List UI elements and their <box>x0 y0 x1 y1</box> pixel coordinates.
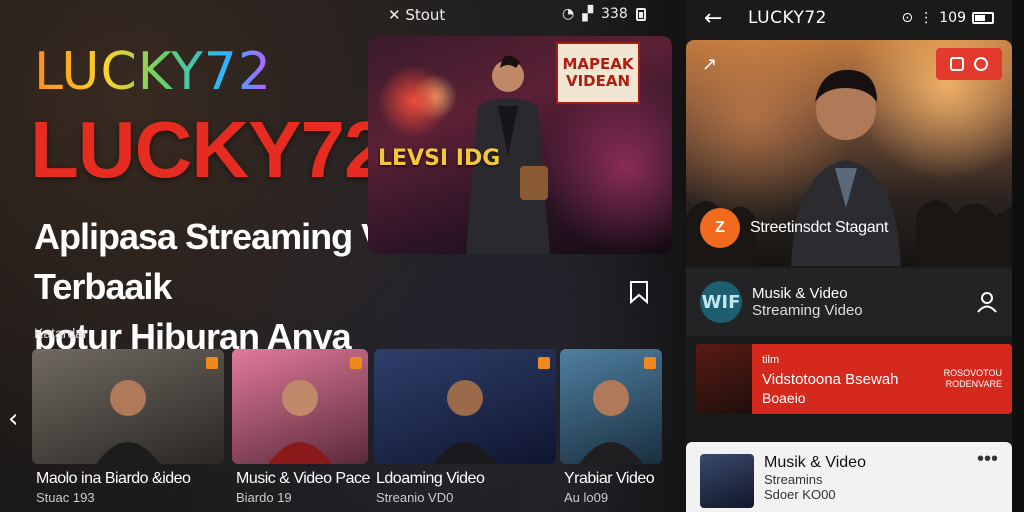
thumb-tag-icon <box>350 357 362 369</box>
section-label: Katardar <box>34 325 88 341</box>
status-bar-left: ✕ Stout <box>388 6 446 24</box>
bottom-video-card[interactable]: Musik & Video Streamins Sdoer KO00 ••• <box>686 442 1012 512</box>
hero-action-badge[interactable] <box>936 48 1002 80</box>
thumb-title: Ldoaming Video <box>376 470 485 487</box>
thumbnail-card[interactable] <box>560 349 662 464</box>
phone-status-icons: ⊙ ⋮ 109 <box>902 10 994 26</box>
thumbnail-card[interactable] <box>232 349 368 464</box>
user-icon[interactable] <box>976 291 998 313</box>
channel-logo-icon: Z <box>700 208 740 248</box>
badge-line-2: VIDEAN <box>565 72 631 90</box>
promo-title: Vidstotoona Bsewah <box>762 370 899 388</box>
thumb-subtitle: Stuac 193 <box>36 490 95 505</box>
thumbnail-card[interactable] <box>374 349 556 464</box>
wifi-icon: ◔ <box>562 6 575 22</box>
phone-top-bar: ← LUCKY72 ⊙ ⋮ 109 <box>686 0 1012 36</box>
promo-banner[interactable]: tilm Vidstotoona Bsewah Boaeio ROSOVOTOU… <box>696 344 1012 414</box>
channel-row[interactable]: WIF Musik & Video Streaming Video <box>686 268 1012 336</box>
app-title: LUCKY72 <box>748 8 827 28</box>
promo-brand-line-2: RODENVARE <box>945 379 1002 389</box>
thumb-subtitle: Au lo09 <box>564 490 609 505</box>
channel-text: Musik & Video Streaming Video <box>752 285 863 319</box>
channel-title: Musik & Video <box>752 285 848 302</box>
thumb-person-image <box>579 380 643 464</box>
thumb-title: Yrabiar Video <box>564 470 655 487</box>
status-icons-left: ◔ ▞ 338 <box>562 6 646 22</box>
share-icon[interactable]: ↗ <box>702 54 717 75</box>
promo-brand-text: ROSOVOTOU RODENVARE <box>944 368 1002 390</box>
featured-badge: MAPEAK VIDEAN <box>556 42 640 104</box>
brand-logo-large: LUCKY72 <box>30 105 389 194</box>
thumb-person-image <box>96 380 160 464</box>
bottom-line-2: Sdoer KO00 <box>764 487 836 502</box>
promo-subtitle: Boaeio <box>762 389 806 406</box>
hero-footer-text: Streetinsdct Stagant <box>750 219 889 236</box>
battery-icon <box>635 7 646 21</box>
status-time: 109 <box>939 10 966 26</box>
phone-screen: ← LUCKY72 ⊙ ⋮ 109 ↗ Z Streetinsdct Staga… <box>686 0 1012 512</box>
thumb-tag-icon <box>538 357 550 369</box>
bottom-title: Musik & Video <box>764 454 866 471</box>
featured-video-card[interactable]: MAPEAK VIDEAN LEVSI IDG <box>368 36 672 254</box>
more-options-icon[interactable]: ••• <box>977 449 998 469</box>
thumb-subtitle: Streanio VD0 <box>376 490 454 505</box>
thumb-person-image <box>433 380 497 464</box>
promo-brand-line-1: ROSOVOTOU <box>943 368 1002 378</box>
bookmark-icon[interactable] <box>628 280 650 304</box>
bottom-thumbnail <box>700 454 754 508</box>
signal-icon: ▞ <box>582 6 593 22</box>
featured-overlay-text: LEVSI IDG <box>378 146 501 171</box>
channel-avatar: WIF <box>700 281 742 323</box>
promo-small-label: tilm <box>762 353 780 366</box>
brand-logo-small: LUCKY72 <box>34 42 272 102</box>
clock-icon[interactable] <box>974 57 988 71</box>
status-time: 338 <box>601 6 628 22</box>
thumb-title: Music & Video Pace <box>236 470 370 487</box>
channel-subtitle: Streaming Video <box>752 302 863 319</box>
thumb-tag-icon <box>206 357 218 369</box>
chevron-left-icon[interactable]: ‹ <box>8 404 18 434</box>
promo-text: tilm Vidstotoona Bsewah Boaeio <box>762 351 899 408</box>
alarm-icon: ⊙ <box>901 10 914 26</box>
thumbnail-row: Maolo ina Biardo &ideo Stuac 193 Music &… <box>32 349 664 509</box>
badge-line-1: MAPEAK <box>562 55 634 73</box>
thumb-title: Maolo ina Biardo &ideo <box>36 470 191 487</box>
back-arrow-icon[interactable]: ← <box>704 6 734 31</box>
thumb-person-image <box>268 380 332 464</box>
wifi-icon: ⋮ <box>919 10 934 26</box>
message-icon[interactable] <box>950 57 964 71</box>
promo-thumbnail <box>696 344 752 414</box>
hero-footer: Z Streetinsdct Stagant <box>700 208 888 248</box>
battery-icon <box>972 12 994 24</box>
thumb-subtitle: Biardo 19 <box>236 490 292 505</box>
bottom-text: Musik & Video Streamins Sdoer KO00 <box>764 454 866 502</box>
thumbnail-card[interactable] <box>32 349 224 464</box>
bottom-line-1: Streamins <box>764 472 823 487</box>
